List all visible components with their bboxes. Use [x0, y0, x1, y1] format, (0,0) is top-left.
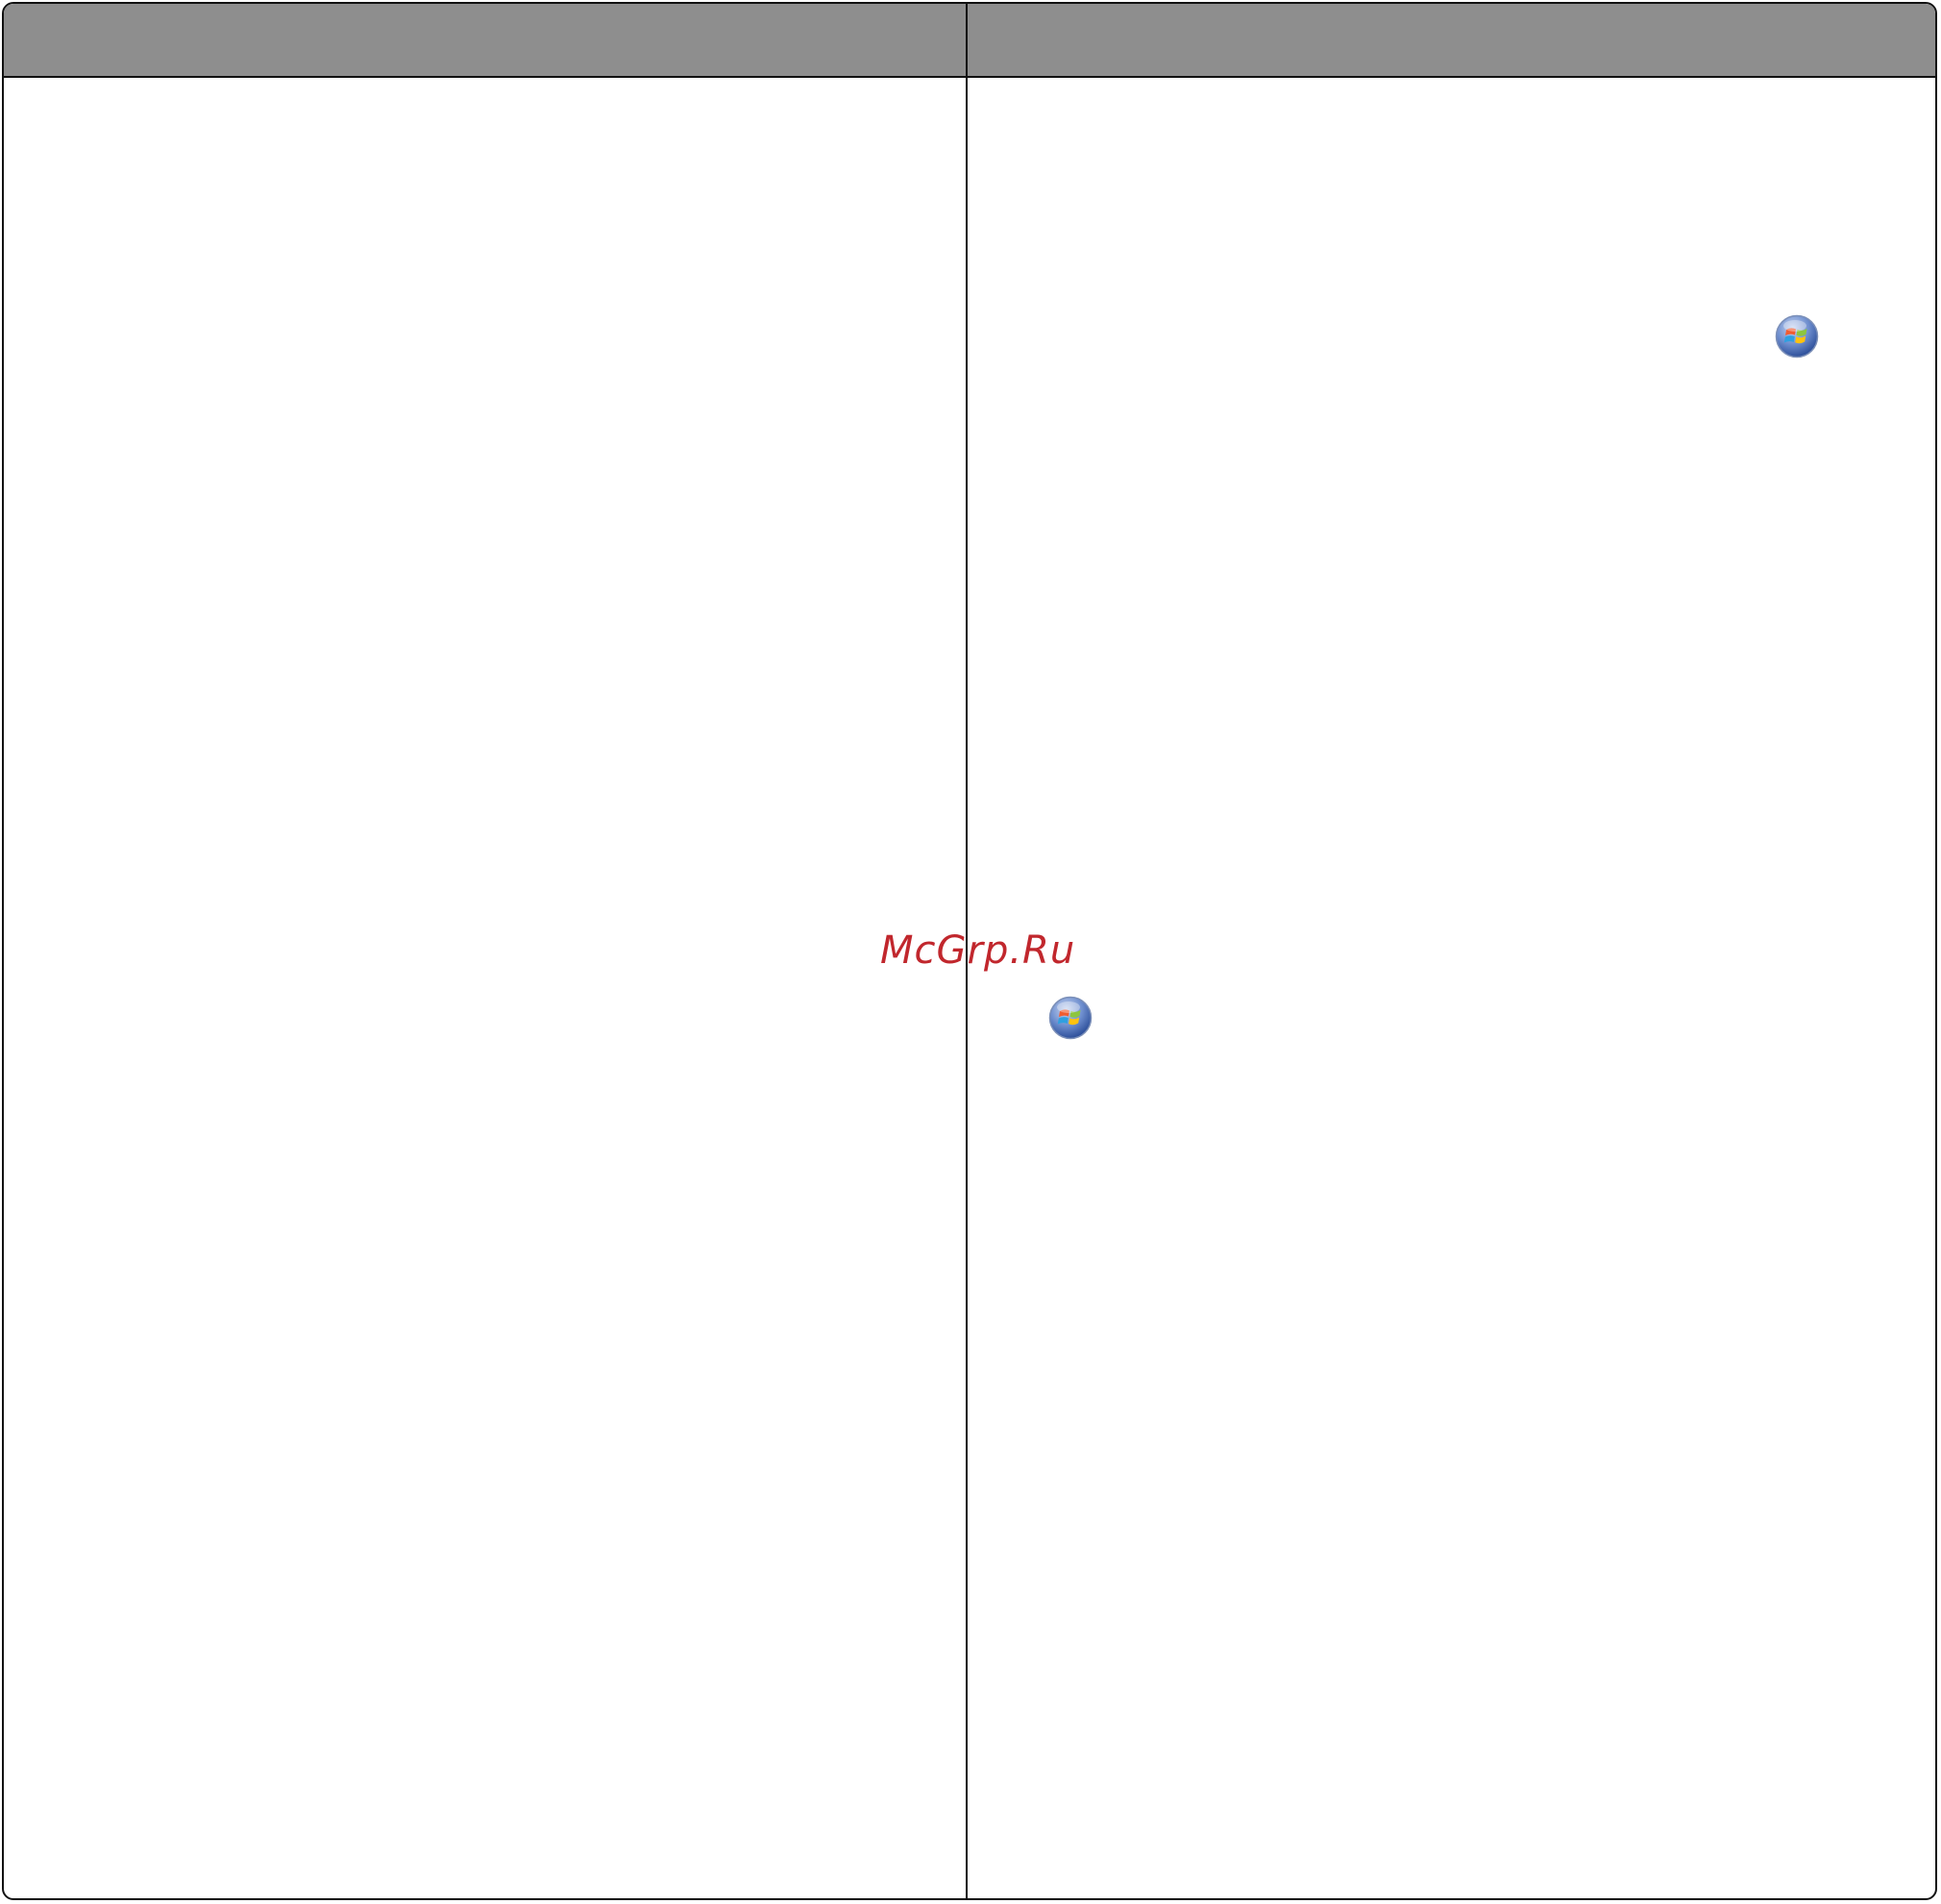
body-cell-left — [4, 78, 966, 1898]
windows-start-icon — [1048, 996, 1093, 1040]
watermark-text: McGrp.Ru — [880, 928, 1076, 973]
header-cell-right — [968, 4, 1935, 76]
windows-start-icon — [1775, 314, 1819, 359]
table-header-row — [4, 4, 1935, 78]
header-cell-left — [4, 4, 966, 76]
